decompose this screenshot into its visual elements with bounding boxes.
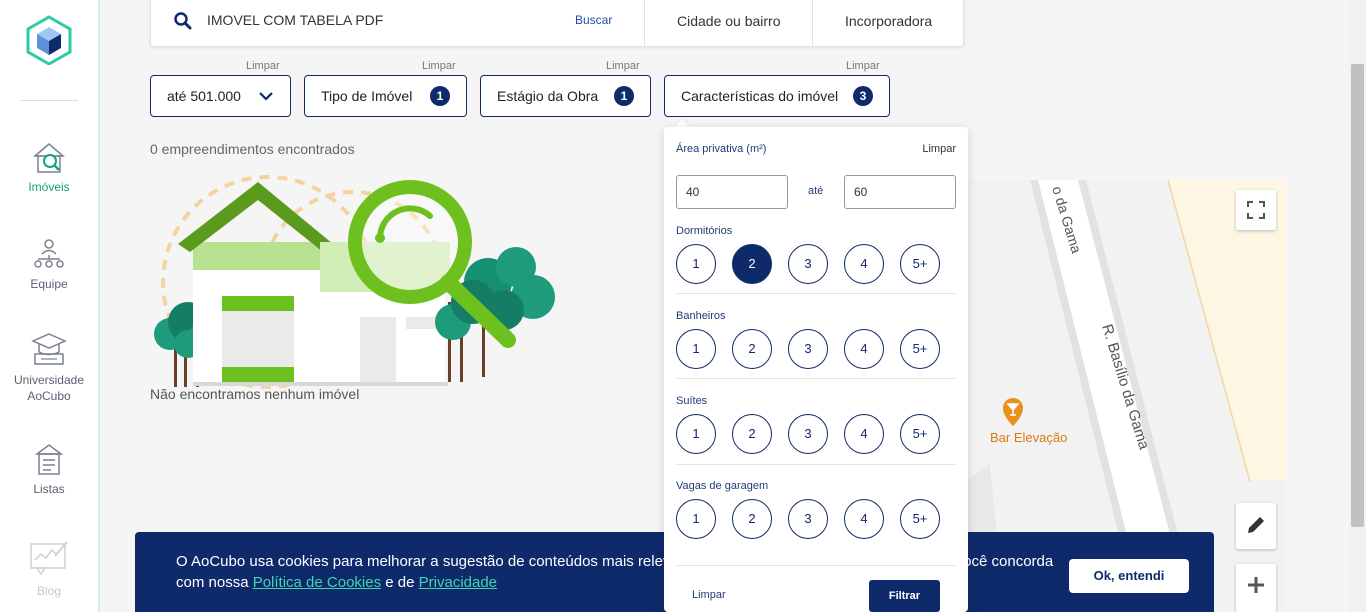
sidebar-item-label: Equipe [30,277,68,291]
search-icon[interactable] [173,11,193,31]
blog-pencil-icon [30,541,68,576]
aocubo-logo[interactable] [26,15,72,65]
privacy-link[interactable]: Privacidade [419,574,497,591]
features-filter[interactable]: Características do imóvel 3 [664,75,890,117]
price-filter-label: até 501.000 [167,88,241,104]
stage-filter-count-badge: 1 [614,86,634,106]
clear-features-link[interactable]: Limpar [846,60,880,72]
search-divider [812,0,813,48]
sidebar: Imóveis Equipe Universidade AoCubo Lista… [0,0,100,612]
map-pin-icon [1003,398,1023,426]
section-label-vagas: Vagas de garagem [676,480,769,492]
stage-filter[interactable]: Estágio da Obra 1 [480,75,651,117]
clear-stage-link[interactable]: Limpar [606,60,640,72]
empty-state-message: Não encontramos nenhum imóvel [150,386,360,402]
filter-submit-button[interactable]: Filtrar [869,580,940,612]
stage-filter-label: Estágio da Obra [497,88,599,104]
sidebar-item-universidade[interactable]: Universidade AoCubo [0,330,98,404]
area-label: Área privativa (m²) [676,143,767,155]
sidebar-item-label: Imóveis [28,180,70,194]
area-ate-label: até [808,185,824,197]
graduation-cap-icon [31,333,67,365]
chevron-down-icon [259,92,273,101]
features-filter-label: Características do imóvel [681,88,839,104]
pencil-icon [1248,517,1264,533]
results-count: 0 empreendimentos encontrados [150,141,355,157]
section-label-banheiros: Banheiros [676,310,726,322]
team-icon [34,239,64,268]
type-filter-count-badge: 1 [430,86,450,106]
dormitorios-option[interactable]: 4 [844,244,884,284]
map-fullscreen-button[interactable] [1236,190,1276,230]
sidebar-divider [20,100,78,101]
search-bar: IMOVEL COM TABELA PDF Buscar Cidade ou b… [150,0,964,48]
sidebar-item-blog[interactable]: Blog [0,536,98,598]
map-zoom-in-button[interactable] [1236,564,1276,612]
suites-option[interactable]: 1 [676,414,716,454]
banheiros-option[interactable]: 2 [732,329,772,369]
panel-divider [676,464,956,465]
panel-divider [676,378,956,379]
fullscreen-icon [1247,201,1265,219]
panel-divider [676,293,956,294]
dormitorios-option[interactable]: 1 [676,244,716,284]
suites-option[interactable]: 5+ [900,414,940,454]
vagas-option[interactable]: 3 [788,499,828,539]
empty-state-illustration [154,175,555,389]
price-filter[interactable]: até 501.000 [150,75,291,117]
vagas-option[interactable]: 5+ [900,499,940,539]
house-search-icon [32,143,66,173]
features-filter-count-badge: 3 [853,86,873,106]
cookie-accept-button[interactable]: Ok, entendi [1069,559,1189,593]
banheiros-option[interactable]: 1 [676,329,716,369]
type-filter-label: Tipo de Imóvel [321,88,413,104]
section-label-suites: Suítes [676,395,708,407]
panel-divider [676,565,956,566]
features-panel: Área privativa (m²) Limpar 40 até 60 Dor… [664,127,968,612]
banheiros-option[interactable]: 3 [788,329,828,369]
vagas-option[interactable]: 4 [844,499,884,539]
sidebar-item-label: Blog [36,584,62,598]
sidebar-item-label: Universidade AoCubo [13,373,85,403]
sidebar-item-equipe[interactable]: Equipe [0,237,98,291]
map-poi-label[interactable]: Bar Elevação [990,430,1067,445]
suites-options: 1 2 3 4 5+ [676,414,940,454]
dormitorios-option[interactable]: 3 [788,244,828,284]
clear-price-link[interactable]: Limpar [246,60,280,72]
search-input[interactable]: IMOVEL COM TABELA PDF [207,12,383,28]
vagas-option[interactable]: 2 [732,499,772,539]
type-filter[interactable]: Tipo de Imóvel 1 [304,75,467,117]
scrollbar-thumb[interactable] [1351,64,1364,527]
clear-type-link[interactable]: Limpar [422,60,456,72]
area-min-input[interactable]: 40 [676,175,788,209]
search-divider [644,0,645,48]
tab-cidade-bairro[interactable]: Cidade ou bairro [677,13,781,29]
banheiros-option[interactable]: 4 [844,329,884,369]
dormitorios-option[interactable]: 5+ [900,244,940,284]
sidebar-item-label: Listas [33,482,65,496]
banheiros-option[interactable]: 5+ [900,329,940,369]
vagas-option[interactable]: 1 [676,499,716,539]
suites-option[interactable]: 3 [788,414,828,454]
area-max-input[interactable]: 60 [844,175,956,209]
sidebar-item-listas[interactable]: Listas [0,442,98,496]
suites-option[interactable]: 2 [732,414,772,454]
map-draw-button[interactable] [1236,503,1276,549]
vagas-options: 1 2 3 4 5+ [676,499,940,539]
sidebar-item-imoveis[interactable]: Imóveis [0,140,98,194]
cookie-text-middle: e de [381,574,419,591]
search-button[interactable]: Buscar [575,13,612,27]
list-icon [34,444,64,475]
panel-footer-clear-button[interactable]: Limpar [692,589,726,601]
banheiros-options: 1 2 3 4 5+ [676,329,940,369]
dormitorios-options: 1 2 3 4 5+ [676,244,940,284]
suites-option[interactable]: 4 [844,414,884,454]
section-label-dormitorios: Dormitórios [676,225,733,237]
cookie-policy-link[interactable]: Política de Cookies [253,574,381,591]
tab-incorporadora[interactable]: Incorporadora [845,13,932,29]
panel-clear-link[interactable]: Limpar [922,143,956,155]
plus-icon [1248,577,1264,593]
dormitorios-option-selected[interactable]: 2 [732,244,772,284]
